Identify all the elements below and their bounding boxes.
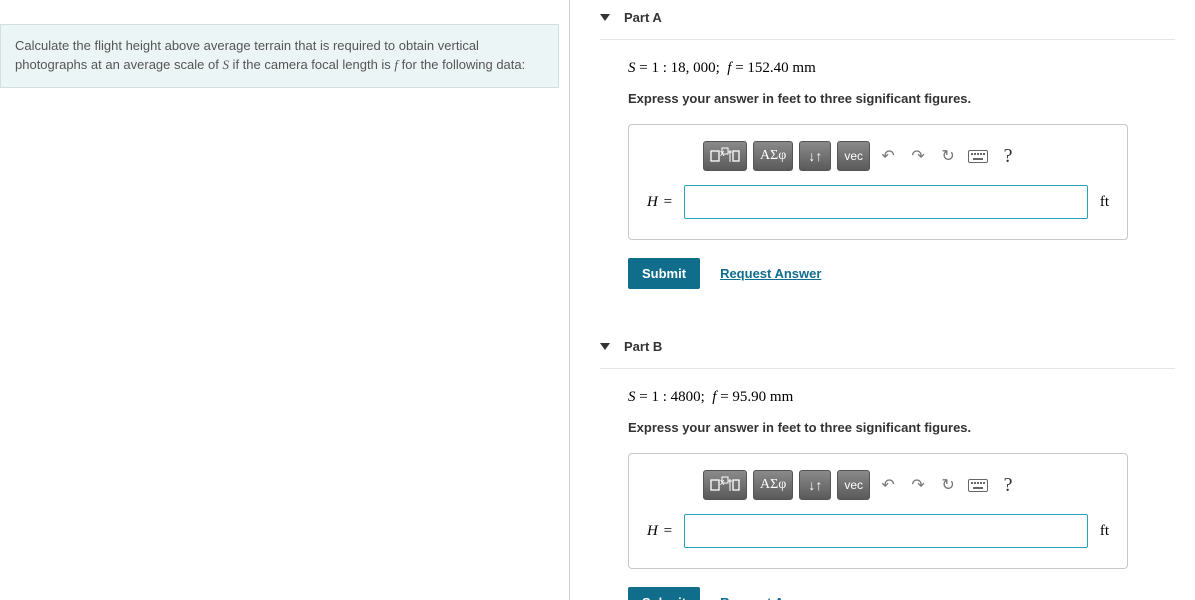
part-b: Part B S = 1 : 4800; f = 95.90 mm Expres… (600, 329, 1175, 600)
part-a-header[interactable]: Part A (600, 0, 1175, 40)
redo-icon[interactable]: ↷ (906, 144, 930, 168)
part-b-instruction: Express your answer in feet to three sig… (628, 420, 1175, 435)
keyboard-icon[interactable] (966, 144, 990, 168)
vec-button[interactable]: vec (837, 141, 870, 171)
part-a-unit: ft (1100, 194, 1109, 211)
problem-text-mid: if the camera focal length is (229, 57, 394, 72)
subscript-button[interactable]: ↓↑ (799, 141, 831, 171)
undo-icon[interactable]: ↶ (876, 144, 900, 168)
reset-icon[interactable]: ↻ (936, 144, 960, 168)
part-b-unit: ft (1100, 523, 1109, 540)
part-b-title: Part B (624, 339, 662, 354)
answer-label: H = (647, 523, 672, 540)
problem-text-post: for the following data: (398, 57, 525, 72)
vec-button[interactable]: vec (837, 470, 870, 500)
toolbar: x ΑΣφ ↓↑ vec ↶ ↷ ↻ ? (647, 141, 1109, 171)
reset-icon[interactable]: ↻ (936, 473, 960, 497)
answer-label: H = (647, 194, 672, 211)
part-a-answer-box: x ΑΣφ ↓↑ vec ↶ ↷ ↻ ? H = (628, 124, 1128, 240)
submit-button[interactable]: Submit (628, 587, 700, 600)
templates-button[interactable]: x (703, 141, 747, 171)
request-answer-link[interactable]: Request Answer (720, 595, 821, 600)
toolbar: x ΑΣφ ↓↑ vec ↶ ↷ ↻ ? (647, 470, 1109, 500)
part-a-given: S = 1 : 18, 000; f = 152.40 mm (628, 60, 1175, 77)
part-a-answer-input[interactable] (684, 185, 1088, 219)
part-a-title: Part A (624, 10, 662, 25)
part-a-instruction: Express your answer in feet to three sig… (628, 91, 1175, 106)
submit-button[interactable]: Submit (628, 258, 700, 289)
templates-button[interactable]: x (703, 470, 747, 500)
part-b-given: S = 1 : 4800; f = 95.90 mm (628, 389, 1175, 406)
keyboard-icon[interactable] (966, 473, 990, 497)
greek-button[interactable]: ΑΣφ (753, 141, 793, 171)
part-b-header[interactable]: Part B (600, 329, 1175, 369)
subscript-button[interactable]: ↓↑ (799, 470, 831, 500)
request-answer-link[interactable]: Request Answer (720, 266, 821, 281)
help-icon[interactable]: ? (996, 144, 1020, 168)
collapse-icon (600, 14, 610, 21)
undo-icon[interactable]: ↶ (876, 473, 900, 497)
problem-statement: Calculate the flight height above averag… (0, 24, 559, 88)
part-b-answer-input[interactable] (684, 514, 1088, 548)
part-b-answer-box: x ΑΣφ ↓↑ vec ↶ ↷ ↻ ? H = (628, 453, 1128, 569)
part-a: Part A S = 1 : 18, 000; f = 152.40 mm Ex… (600, 0, 1175, 289)
redo-icon[interactable]: ↷ (906, 473, 930, 497)
help-icon[interactable]: ? (996, 473, 1020, 497)
greek-button[interactable]: ΑΣφ (753, 470, 793, 500)
collapse-icon (600, 343, 610, 350)
